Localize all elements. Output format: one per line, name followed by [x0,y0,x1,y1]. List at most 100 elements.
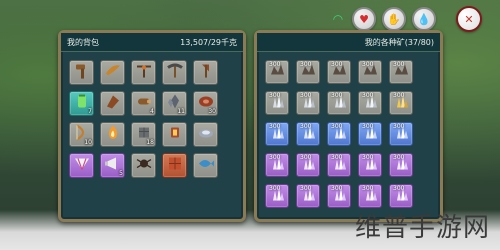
item-count: 300 [393,92,405,99]
left_panel-slot[interactable]: 10 [69,122,94,147]
spider-icon [135,154,153,176]
item-count: 300 [362,123,374,130]
item-count: 300 [362,92,374,99]
horn-icon [104,61,122,83]
crossbow-icon [135,61,153,83]
hammer-icon [73,61,91,83]
left_panel-slot[interactable] [162,153,187,178]
left_panel-slot[interactable] [69,153,94,178]
left_panel-slot[interactable] [131,153,156,178]
right_panel-slot[interactable]: 300 [327,184,351,208]
right_panel-slot[interactable]: 300 [265,122,289,146]
right_panel-slot[interactable]: 300 [265,91,289,115]
backpack-capacity: 13,507/29千克 [180,37,237,47]
item-count: 300 [393,154,405,161]
backpack-title: 我的背包 [67,37,99,47]
axe-icon [197,61,215,83]
left_panel-slot[interactable]: 30 [193,91,218,116]
ore-header: 我的各种矿(37/80) [257,33,440,52]
item-count: 300 [331,123,343,130]
item-count: 300 [300,185,312,192]
item-count: 300 [362,185,374,192]
right_panel-slot[interactable]: 300 [296,122,320,146]
flame-icon [104,123,122,145]
heart-icon[interactable]: ♥ [352,7,376,31]
right_panel-slot[interactable]: 300 [358,91,382,115]
item-count: 300 [300,154,312,161]
fish-icon [197,154,215,176]
left_panel-slot[interactable] [100,91,125,116]
left_panel-slot[interactable]: 18 [131,122,156,147]
item-count: 300 [331,92,343,99]
left_panel-slot[interactable] [162,60,187,85]
pickaxe-icon [166,61,184,83]
item-count: 300 [393,61,405,68]
item-count: 300 [331,154,343,161]
ore-panel: 我的各种矿(37/80) 300 300 300 300 300 300 300 300 300… [254,30,443,222]
item-count: 10 [84,139,92,146]
item-count: 300 [269,185,281,192]
right_panel-slot[interactable]: 300 [358,184,382,208]
left_panel-slot[interactable]: 5 [100,153,125,178]
top-toolbar: ◠ ♥ ✋ 💧 ✕ [330,6,482,32]
left_panel-slot[interactable] [193,122,218,147]
backpack-header: 我的背包 13,507/29千克 [61,33,243,52]
right_panel-slot[interactable]: 300 [358,153,382,177]
left_panel-slot[interactable] [162,122,187,147]
backpack-panel: 我的背包 13,507/29千克 7 4 11 30 10 18 5 [58,30,246,222]
item-count: 300 [362,154,374,161]
right_panel-slot[interactable]: 300 [389,184,413,208]
right_panel-slot[interactable]: 300 [296,91,320,115]
left_panel-slot[interactable] [131,60,156,85]
item-count: 300 [393,185,405,192]
backpack-grid: 7 4 11 30 10 18 5 [61,52,243,178]
item-count: 300 [362,61,374,68]
right_panel-slot[interactable]: 300 [265,153,289,177]
left_panel-slot[interactable] [193,60,218,85]
item-count: 300 [269,154,281,161]
right_panel-slot[interactable]: 300 [389,60,413,84]
item-count: 300 [331,185,343,192]
item-count: 300 [331,61,343,68]
right_panel-slot[interactable]: 300 [327,122,351,146]
right_panel-slot[interactable]: 300 [358,122,382,146]
left_panel-slot[interactable] [193,153,218,178]
item-count: 300 [300,61,312,68]
watermark-text: 维普手游网 [354,213,490,243]
right_panel-slot[interactable]: 300 [389,122,413,146]
right_panel-slot[interactable]: 300 [265,60,289,84]
item-count: 7 [88,108,92,115]
right_panel-slot[interactable]: 300 [327,153,351,177]
right_panel-slot[interactable]: 300 [296,60,320,84]
ore-title: 我的各种矿(37/80) [364,37,434,47]
item-count: 300 [269,61,281,68]
right_panel-slot[interactable]: 300 [389,153,413,177]
right_panel-slot[interactable]: 300 [296,184,320,208]
hand-icon[interactable]: ✋ [382,7,406,31]
crate-icon [166,154,184,176]
close-icon[interactable]: ✕ [456,6,482,32]
item-count: 300 [300,92,312,99]
right_panel-slot[interactable]: 300 [265,184,289,208]
right_panel-slot[interactable]: 300 [358,60,382,84]
ore-grid: 300 300 300 300 300 300 300 300 300 300 300 300 300 3… [257,52,440,208]
item-count: 4 [150,108,154,115]
item-count: 30 [208,108,216,115]
item-count: 11 [177,108,185,115]
right_panel-slot[interactable]: 300 [389,91,413,115]
left_panel-slot[interactable]: 11 [162,91,187,116]
left_panel-slot[interactable] [100,60,125,85]
right_panel-slot[interactable]: 300 [327,91,351,115]
left_panel-slot[interactable] [69,60,94,85]
left_panel-slot[interactable] [100,122,125,147]
bark-icon [104,92,122,114]
right_panel-slot[interactable]: 300 [327,60,351,84]
right_panel-slot[interactable]: 300 [296,153,320,177]
left_panel-slot[interactable]: 4 [131,91,156,116]
lantern-icon [166,123,184,145]
disc-icon [197,123,215,145]
item-count: 18 [146,139,154,146]
drop-icon[interactable]: 💧 [412,7,436,31]
item-count: 5 [119,170,123,177]
left_panel-slot[interactable]: 7 [69,91,94,116]
